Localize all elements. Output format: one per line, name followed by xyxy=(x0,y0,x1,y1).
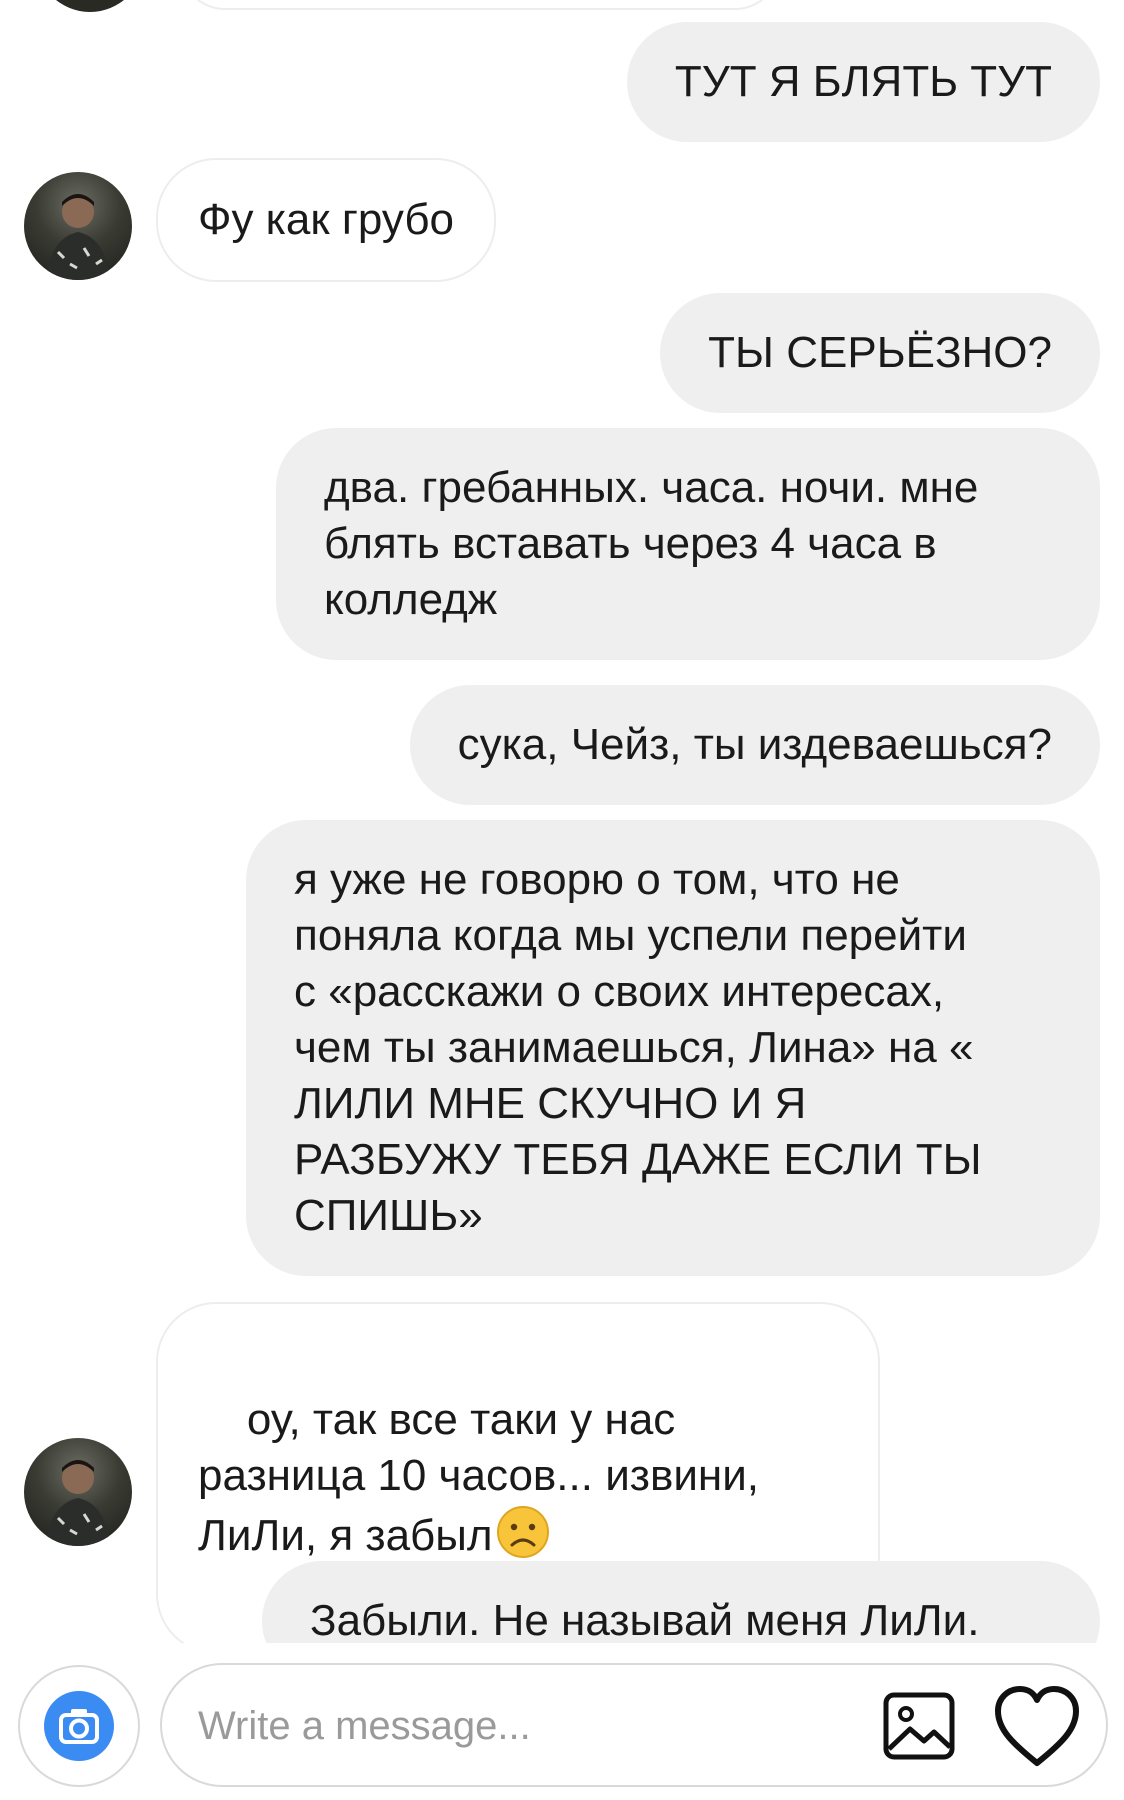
outgoing-message[interactable]: Забыли. Не называй меня ЛиЛи. xyxy=(262,1561,1100,1643)
outgoing-message[interactable]: два. гребанных. часа. ночи. мне блять вс… xyxy=(276,428,1100,660)
outgoing-message[interactable]: ТУТ Я БЛЯТЬ ТУТ xyxy=(626,22,1100,142)
outgoing-message[interactable]: сука, Чейз, ты издеваешься? xyxy=(409,685,1100,805)
like-button[interactable] xyxy=(992,1683,1082,1773)
contact-photo xyxy=(46,1460,110,1546)
contact-avatar[interactable] xyxy=(24,172,132,280)
outgoing-message[interactable]: ТЫ СЕРЬЁЗНО? xyxy=(660,293,1100,413)
message-thread[interactable]: ТУТ Я БЛЯТЬ ТУТ Фу как грубо ТЫ СЕРЬЁЗНО… xyxy=(0,0,1124,1643)
heart-icon xyxy=(995,1686,1079,1766)
frowning-face-icon xyxy=(496,1506,549,1558)
contact-avatar[interactable] xyxy=(24,1438,132,1546)
previous-avatar-edge xyxy=(36,0,144,12)
contact-photo xyxy=(46,194,110,280)
previous-bubble-edge xyxy=(180,0,780,10)
outgoing-message[interactable]: я уже не говорю о том, что не поняла ког… xyxy=(246,820,1100,1276)
camera-icon xyxy=(59,1709,99,1744)
message-field[interactable] xyxy=(160,1663,1108,1787)
image-gallery-icon xyxy=(883,1692,955,1760)
message-input[interactable] xyxy=(196,1695,860,1757)
gallery-button[interactable] xyxy=(880,1687,960,1767)
camera-button[interactable] xyxy=(18,1665,140,1787)
incoming-message-text: оу, так все таки у нас разница 10 часов.… xyxy=(198,1395,759,1560)
message-composer xyxy=(0,1643,1124,1800)
incoming-message[interactable]: Фу как грубо xyxy=(156,158,497,282)
